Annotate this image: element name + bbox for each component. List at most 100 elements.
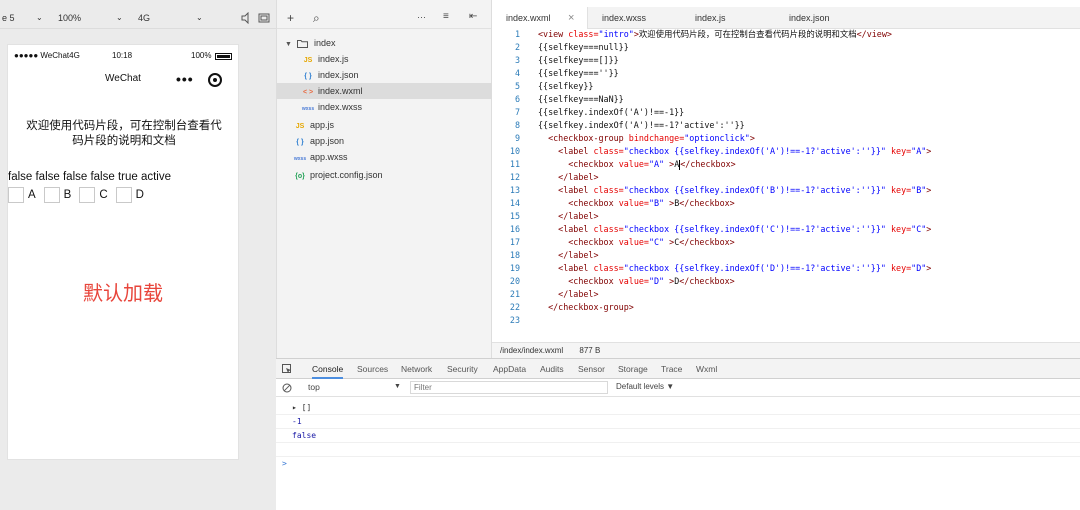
tree-item-label: index.wxss <box>318 102 363 112</box>
tab-index-js[interactable]: index.js <box>681 7 775 29</box>
checkbox-a[interactable] <box>8 187 24 203</box>
code-text: {{selfkey===[]}} <box>538 55 619 65</box>
network-select[interactable]: 4G ⌄ <box>138 7 210 29</box>
tree-item-index-json[interactable]: { } index.json <box>277 67 493 83</box>
tree-item-label: project.config.json <box>310 170 383 180</box>
code-line: 5 {{selfkey}} <box>492 80 1080 93</box>
code-text: </label> <box>558 289 599 299</box>
tab-storage[interactable]: Storage <box>618 359 648 379</box>
tree-item-label: index <box>313 38 336 48</box>
sort-icon[interactable]: ≡ <box>443 11 449 22</box>
context-select[interactable]: top <box>308 382 320 392</box>
tab-index-wxss[interactable]: index.wxss <box>588 7 682 29</box>
more-icon[interactable]: ··· <box>417 12 426 22</box>
volume-icon[interactable] <box>240 12 252 24</box>
checkbox-b[interactable] <box>43 187 60 203</box>
code-text: {{selfkey}} <box>538 81 594 91</box>
line-number: 17 <box>509 237 520 247</box>
editor-status-bar: /index/index.wxml 877 B <box>492 342 1080 358</box>
inspect-element-icon[interactable] <box>282 364 292 374</box>
code-text: <label class="checkbox {{selfkey.indexOf… <box>558 263 932 273</box>
file-size: 877 B <box>579 346 601 355</box>
code-text: </label> <box>558 250 599 260</box>
console-line: false <box>276 429 1080 443</box>
tree-item-index-wxss[interactable]: wxss index.wxss <box>277 99 493 115</box>
checkbox-c[interactable] <box>79 187 96 203</box>
code-line: 21 </label> <box>492 288 1080 301</box>
code-text: {{selfkey.indexOf('A')!==-1}} <box>538 107 685 117</box>
line-number: 20 <box>509 276 520 286</box>
checkbox-label-d: D <box>135 189 144 201</box>
tree-item-index-js[interactable]: JS index.js <box>277 51 493 67</box>
code-line: 8 {{selfkey.indexOf('A')!==-1?'active':''… <box>492 119 1080 132</box>
file-path: /index/index.wxml <box>500 346 564 355</box>
tree-item-app-wxss[interactable]: wxss app.wxss <box>277 149 493 165</box>
close-icon[interactable]: × <box>568 7 574 29</box>
code-line: 20 <checkbox value="D" >D</checkbox> <box>492 275 1080 288</box>
code-line: 2 {{selfkey===null}} <box>492 41 1080 54</box>
code-text: <label class="checkbox {{selfkey.indexOf… <box>558 224 932 234</box>
console-prompt[interactable]: > <box>276 457 1080 471</box>
line-number: 5 <box>514 81 520 91</box>
device-select-value: e 5 <box>2 13 15 23</box>
log-levels-select[interactable]: Default levels ▼ <box>616 382 674 391</box>
config-file-icon: {o} <box>295 173 305 180</box>
line-number: 2 <box>514 42 520 52</box>
tab-wxml[interactable]: Wxml <box>696 359 717 379</box>
carrier-label: ●●●●● WeChat4G <box>14 51 80 60</box>
tree-item-project-config[interactable]: {o} project.config.json <box>277 167 493 183</box>
tab-sources[interactable]: Sources <box>357 359 388 379</box>
line-number: 10 <box>509 146 520 156</box>
line-number: 7 <box>514 107 520 117</box>
console-line <box>276 443 1080 457</box>
tree-item-index-wxml[interactable]: < > index.wxml <box>277 83 493 99</box>
code-line: 18 </label> <box>492 249 1080 262</box>
tree-folder-index[interactable]: ▼ index <box>277 35 493 51</box>
more-menu-icon[interactable]: ••• <box>176 71 194 87</box>
tab-index-wxml[interactable]: index.wxml × <box>492 7 588 29</box>
code-line: 1 <view class="intro">欢迎使用代码片段，可在控制台查看代码片… <box>492 28 1080 41</box>
close-miniprogram-icon[interactable] <box>208 73 222 87</box>
search-icon[interactable]: ⌕ <box>313 11 320 26</box>
line-number: 11 <box>509 159 520 169</box>
code-line: 17 <checkbox value="C" >C</checkbox> <box>492 236 1080 249</box>
checkbox-d[interactable] <box>115 187 132 203</box>
console-filter-input[interactable] <box>410 381 608 394</box>
status-bar: ●●●●● WeChat4G 10:18 100% <box>8 51 238 65</box>
code-text: <checkbox value="A" >A</checkbox> <box>568 159 736 170</box>
device-select[interactable]: e 5 ⌄ <box>2 7 48 29</box>
line-number: 15 <box>509 211 520 221</box>
code-line: 22 </checkbox-group> <box>492 301 1080 314</box>
zoom-select[interactable]: 100% ⌄ <box>58 7 128 29</box>
devtools-tabs: Console Sources Network Security AppData… <box>276 359 1080 379</box>
clear-console-icon[interactable] <box>282 383 292 393</box>
tab-appdata[interactable]: AppData <box>493 359 526 379</box>
boolean-output: false false false false true active <box>8 171 171 183</box>
tab-trace[interactable]: Trace <box>661 359 682 379</box>
tab-label: index.wxss <box>602 13 647 23</box>
line-number: 12 <box>509 172 520 182</box>
code-text: <checkbox value="C" >C</checkbox> <box>568 237 735 247</box>
checkbox-label-c: C <box>99 189 108 201</box>
tab-network[interactable]: Network <box>401 359 432 379</box>
tab-console[interactable]: Console <box>312 359 344 379</box>
collapse-icon[interactable]: ⇤ <box>469 11 477 22</box>
tab-audits[interactable]: Audits <box>540 359 564 379</box>
tab-security[interactable]: Security <box>447 359 478 379</box>
window-icon[interactable] <box>258 12 270 24</box>
code-text: {{selfkey===null}} <box>538 42 629 52</box>
tab-index-json[interactable]: index.json <box>775 7 869 29</box>
code-area[interactable]: 1 <view class="intro">欢迎使用代码片段，可在控制台查看代码片… <box>492 28 1080 327</box>
checkbox-group: A B C D <box>8 187 152 203</box>
tree-item-app-json[interactable]: { } app.json <box>277 133 493 149</box>
wxss-file-icon: wxss <box>293 156 307 162</box>
loading-text: 默认加载 <box>83 281 163 305</box>
tree-item-label: index.json <box>318 70 359 80</box>
tree-item-label: app.js <box>310 120 335 130</box>
tab-sensor[interactable]: Sensor <box>578 359 605 379</box>
editor-tabs: index.wxml × index.wxss index.js index.j… <box>492 7 1080 29</box>
tree-item-app-js[interactable]: JS app.js <box>277 117 493 133</box>
checkbox-label-b: B <box>63 189 72 201</box>
add-file-icon[interactable]: + <box>287 11 294 25</box>
code-line: 15 </label> <box>492 210 1080 223</box>
